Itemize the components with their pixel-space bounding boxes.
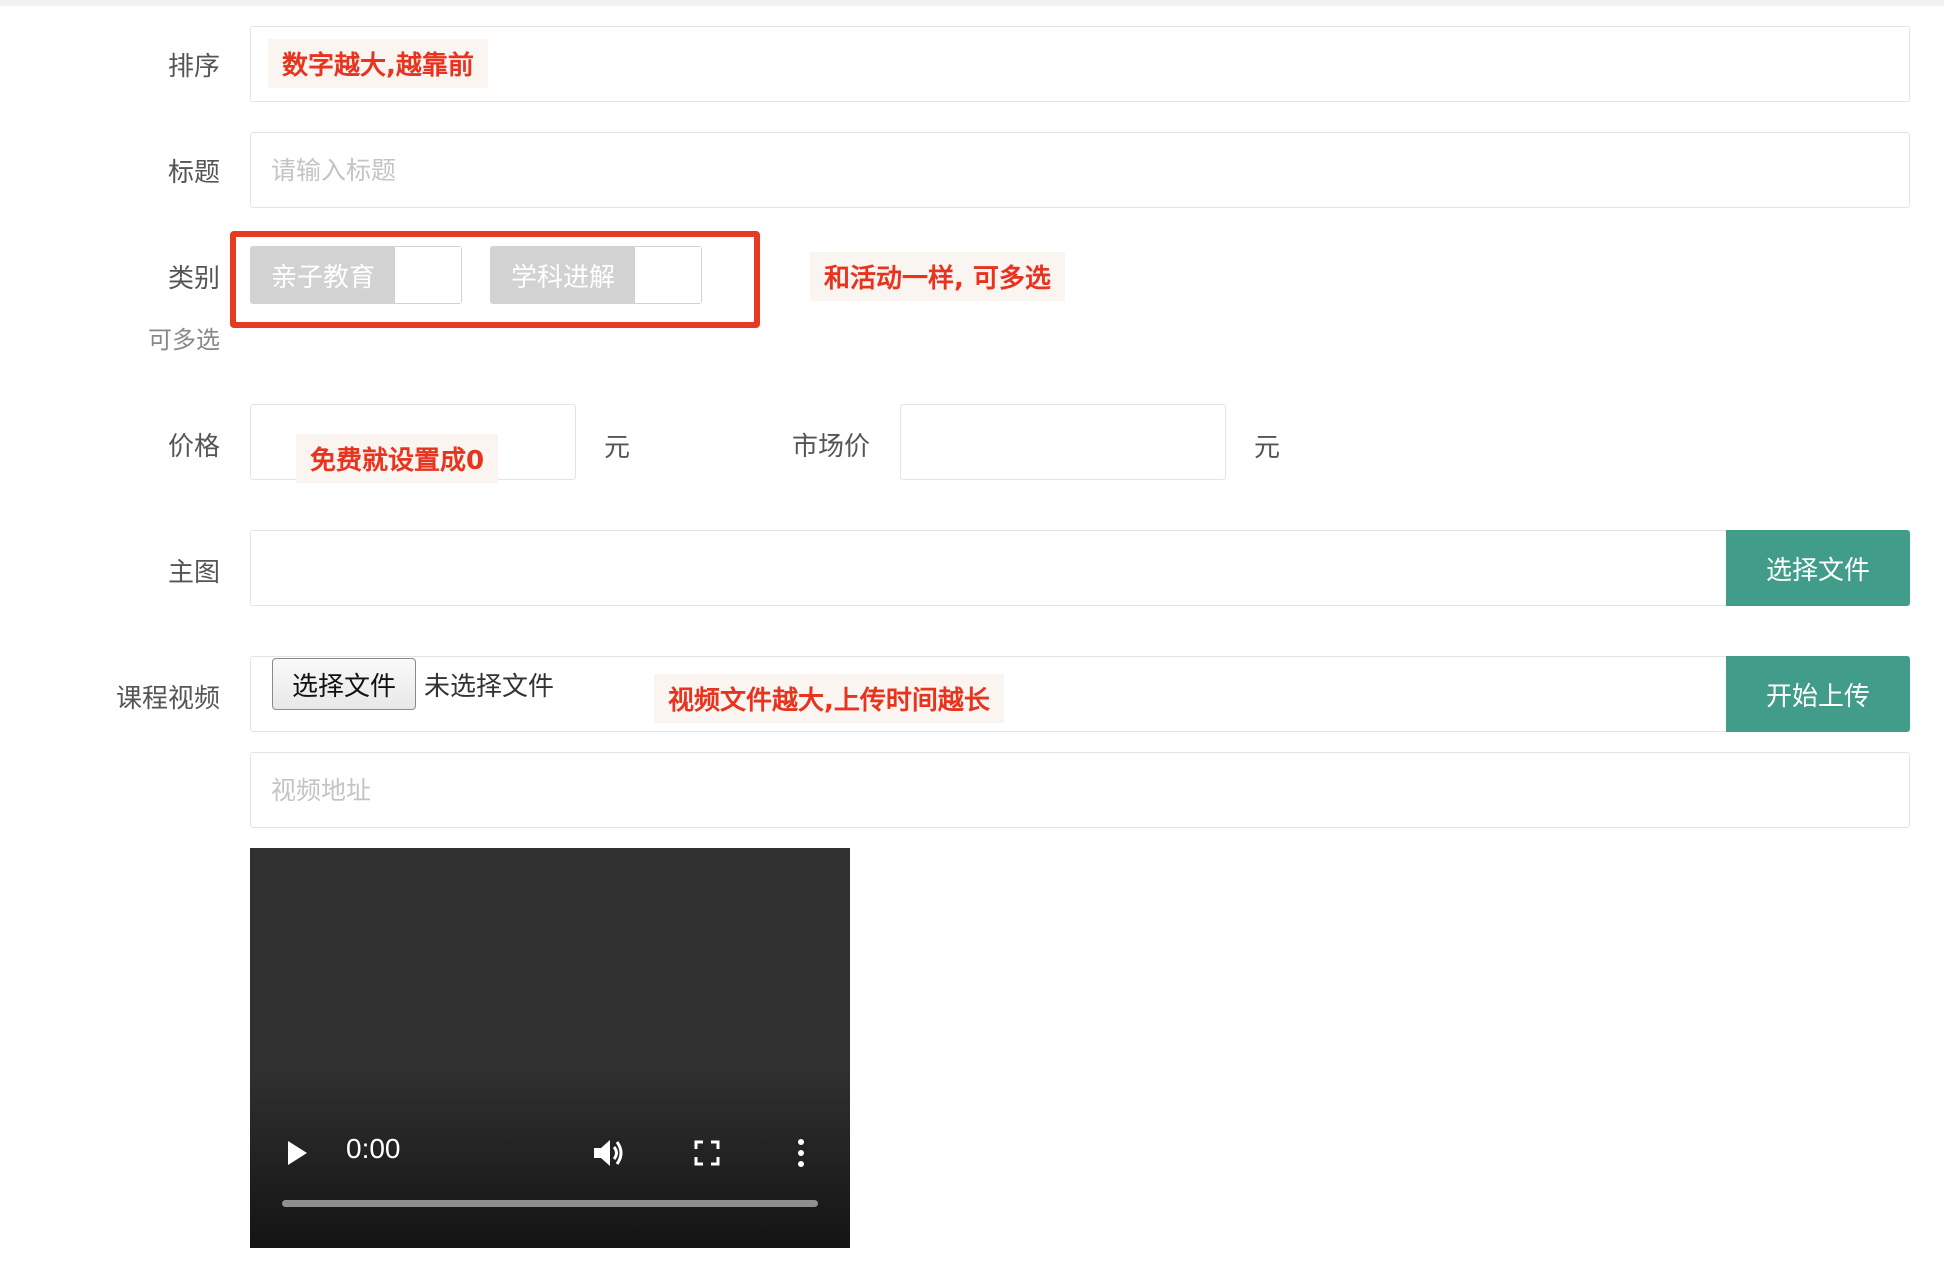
sort-label: 排序 bbox=[167, 52, 220, 82]
choose-file-button[interactable]: 选择文件 bbox=[1726, 530, 1910, 606]
video-annotation: 视频文件越大,上传时间越长 bbox=[654, 674, 1004, 723]
sort-annotation: 数字越大,越靠前 bbox=[268, 39, 488, 88]
video-progress-track[interactable] bbox=[282, 1200, 818, 1207]
fullscreen-icon[interactable] bbox=[694, 1140, 720, 1166]
start-upload-button[interactable]: 开始上传 bbox=[1726, 656, 1910, 732]
top-border bbox=[0, 0, 1944, 6]
category-highlight-box bbox=[230, 231, 760, 328]
course-video-label: 课程视频 bbox=[115, 684, 220, 714]
category-label: 类别 bbox=[167, 264, 220, 294]
price-annotation: 免费就设置成0 bbox=[296, 434, 499, 483]
price-unit: 元 bbox=[604, 433, 631, 463]
title-label: 标题 bbox=[167, 158, 220, 188]
market-price-input[interactable] bbox=[900, 404, 1226, 480]
main-image-input[interactable] bbox=[250, 530, 1728, 606]
main-image-label: 主图 bbox=[167, 558, 220, 588]
native-file-button[interactable]: 选择文件 bbox=[272, 658, 416, 710]
volume-icon[interactable] bbox=[592, 1138, 626, 1168]
video-address-input[interactable] bbox=[250, 752, 1910, 828]
sort-input[interactable] bbox=[250, 26, 1910, 102]
category-sublabel: 可多选 bbox=[148, 326, 220, 354]
market-price-label: 市场价 bbox=[791, 432, 870, 462]
category-annotation: 和活动一样, 可多选 bbox=[810, 252, 1065, 301]
title-input[interactable] bbox=[250, 132, 1910, 208]
video-time: 0:00 bbox=[346, 1133, 401, 1164]
market-price-unit: 元 bbox=[1254, 433, 1281, 463]
file-status-text: 未选择文件 bbox=[424, 672, 555, 702]
play-icon[interactable] bbox=[286, 1140, 308, 1166]
price-label: 价格 bbox=[167, 432, 220, 462]
video-player[interactable]: 0:00 bbox=[250, 848, 850, 1248]
more-vertical-icon[interactable] bbox=[796, 1138, 806, 1168]
